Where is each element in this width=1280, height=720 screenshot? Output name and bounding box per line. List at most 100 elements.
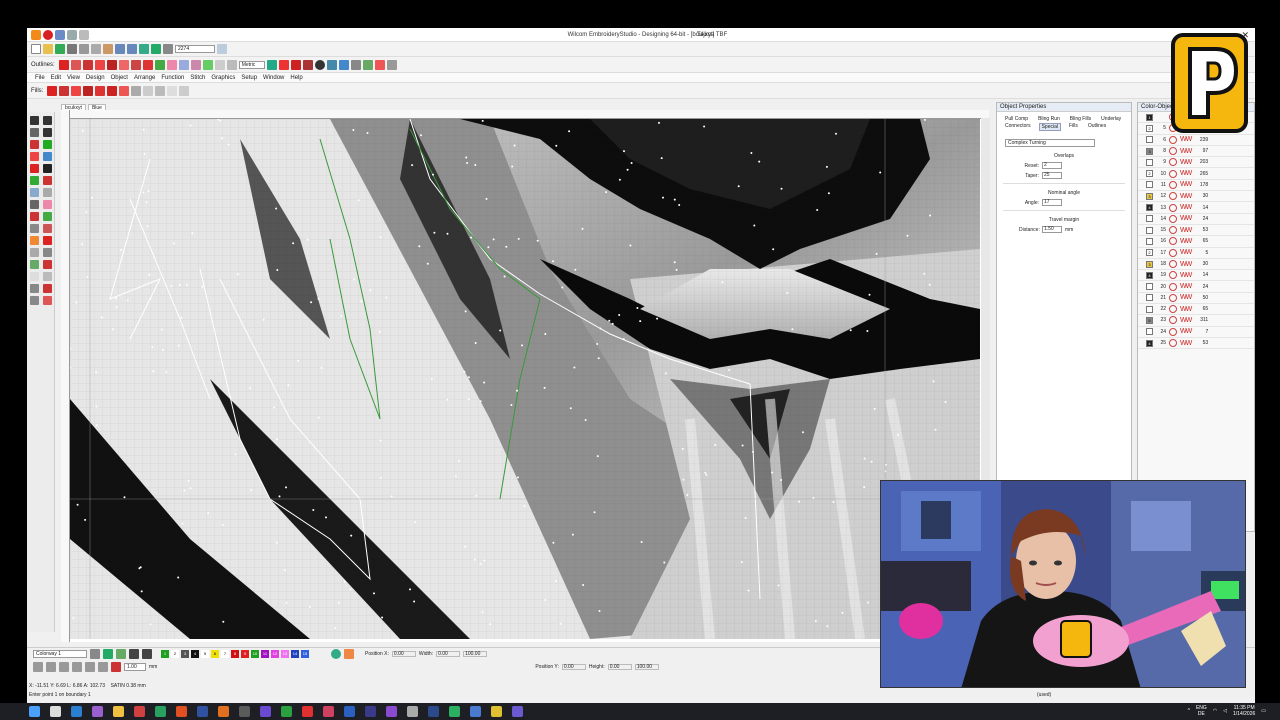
taskbar-app-10-icon[interactable] (260, 706, 271, 717)
fill-icon-11[interactable] (167, 85, 178, 96)
fill-icon-3[interactable] (71, 85, 82, 96)
toolbox-tool-6-icon[interactable] (43, 140, 52, 149)
home-icon[interactable] (31, 29, 41, 40)
toolbox-tool-8-icon[interactable] (43, 152, 52, 161)
thread-swatch[interactable] (1146, 226, 1153, 234)
cut-icon[interactable] (79, 44, 89, 54)
toolbox-tool-20-icon[interactable] (43, 224, 52, 233)
color-object-row[interactable]: 21 WW 50 (1138, 293, 1254, 305)
thread-color-15[interactable]: 15 (301, 649, 309, 658)
menu-item-file[interactable]: File (35, 75, 45, 81)
edit-colors-icon[interactable] (318, 649, 328, 659)
thread-swatch[interactable]: 2 (1146, 170, 1153, 178)
thread-swatch[interactable] (1146, 294, 1153, 302)
color-object-row[interactable]: 5 23 WW 311 (1138, 315, 1254, 327)
tray-arrow-icon[interactable]: ^ (1188, 708, 1190, 714)
view-icon-7[interactable] (111, 662, 121, 672)
menu-item-setup[interactable]: Setup (241, 75, 257, 81)
toolbox-tool-15-icon[interactable] (30, 200, 39, 209)
thread-color-13[interactable]: 13 (281, 649, 289, 658)
thread-swatch[interactable] (1146, 305, 1153, 313)
thread-swatch[interactable]: 3 (1146, 192, 1153, 200)
copy-icon[interactable] (79, 29, 89, 40)
taskbar-app-2-icon[interactable] (92, 706, 103, 717)
width-percent-field[interactable]: 100.00 (463, 650, 488, 657)
toolbox-tool-5-icon[interactable] (30, 140, 39, 149)
toolbox-tool-28-icon[interactable] (43, 272, 52, 281)
thread-color-11[interactable]: 11 (261, 649, 269, 658)
tab-pull-comp[interactable]: Pull Comp (1003, 116, 1030, 122)
taskbar-app-4-icon[interactable] (134, 706, 145, 717)
menu-item-edit[interactable]: Edit (51, 75, 61, 81)
fill-contour-icon[interactable] (190, 59, 201, 70)
color-object-row[interactable]: 3 12 WW 30 (1138, 191, 1254, 203)
copy-icon[interactable] (91, 44, 101, 54)
new-file-icon[interactable] (31, 44, 41, 54)
thread-color-1[interactable]: 1 (161, 649, 169, 658)
taskbar-app-22-icon[interactable] (512, 706, 523, 717)
settings-icon[interactable] (386, 59, 397, 70)
fill-motif-icon[interactable] (202, 59, 213, 70)
toolbox-tool-9-icon[interactable] (30, 164, 39, 173)
color-object-row[interactable]: 24 WW 7 (1138, 327, 1254, 338)
fill-icon-2[interactable] (59, 85, 70, 96)
menu-item-function[interactable]: Function (161, 75, 184, 81)
fill-icon-12[interactable] (179, 85, 190, 96)
color-object-row[interactable]: 16 WW 65 (1138, 236, 1254, 248)
stitch-player-icon[interactable] (151, 44, 161, 54)
wifi-icon[interactable]: ◠ (1213, 708, 1217, 714)
thread-swatch[interactable]: 3 (1146, 147, 1153, 155)
design-canvas[interactable] (61, 110, 989, 642)
thread-color-3[interactable]: 3 (181, 649, 189, 658)
taskbar-app-3-icon[interactable] (113, 706, 124, 717)
angle-field[interactable]: 17 (1042, 199, 1062, 206)
toolbox-tool-29-icon[interactable] (30, 284, 39, 293)
info-icon[interactable] (314, 59, 325, 70)
colorway-select[interactable]: Colorway 1 (33, 649, 87, 658)
thread-color-7[interactable]: 7 (221, 649, 229, 658)
color-object-row[interactable]: 20 WW 24 (1138, 281, 1254, 293)
thread-swatch[interactable]: 2 (1146, 249, 1153, 257)
toolbox-tool-25-icon[interactable] (30, 260, 39, 269)
thread-swatch[interactable]: 5 (1146, 316, 1153, 324)
fill-icon-4[interactable] (83, 85, 94, 96)
zoom-field[interactable]: 2274 (175, 45, 215, 53)
trim-icon[interactable] (278, 59, 289, 70)
view-icon-4[interactable] (72, 662, 82, 672)
taskbar-app-15-icon[interactable] (365, 706, 376, 717)
taskbar-app-16-icon[interactable] (386, 706, 397, 717)
thread-swatch[interactable] (1146, 328, 1153, 336)
color-object-row[interactable]: 4 13 WW 14 (1138, 202, 1254, 214)
thread-color-4[interactable]: 4 (191, 649, 199, 658)
function-icon[interactable] (302, 59, 313, 70)
width-field[interactable]: 0.00 (436, 650, 461, 657)
thread-swatch[interactable]: 4 (1146, 204, 1153, 212)
minus-icon[interactable] (142, 648, 152, 659)
fill-icon-7[interactable] (119, 85, 130, 96)
toolbox-tool-10-icon[interactable] (43, 164, 52, 173)
thread-color-12[interactable]: 12 (271, 649, 279, 658)
view-icon-6[interactable] (98, 662, 108, 672)
menu-item-graphics[interactable]: Graphics (211, 75, 235, 81)
fill-icon-9[interactable] (143, 85, 154, 96)
taskbar-app-17-icon[interactable] (407, 706, 418, 717)
color-palette-icon[interactable] (90, 648, 100, 659)
thread-color-9[interactable]: 9 (241, 649, 249, 658)
fill-icon-6[interactable] (107, 85, 118, 96)
taskbar-app-13-icon[interactable] (323, 706, 334, 717)
toolbox-tool-13-icon[interactable] (30, 188, 39, 197)
fill-icon-5[interactable] (95, 85, 106, 96)
height-percent-field[interactable]: 100.00 (634, 664, 659, 670)
color-object-row[interactable]: 2 10 WW 265 (1138, 168, 1254, 180)
toolbox-tool-31-icon[interactable] (30, 296, 39, 305)
undo-icon[interactable] (115, 44, 125, 54)
taskbar-app-18-icon[interactable] (428, 706, 439, 717)
taskbar-app-14-icon[interactable] (344, 706, 355, 717)
toolbox-tool-21-icon[interactable] (30, 236, 39, 245)
brush-icon[interactable] (362, 59, 373, 70)
paste-icon[interactable] (103, 44, 113, 54)
tab-fills[interactable]: Fills (1067, 123, 1080, 131)
redo-icon[interactable] (127, 44, 137, 54)
toolbox-tool-32-icon[interactable] (43, 296, 52, 305)
color-object-row[interactable]: 14 WW 24 (1138, 214, 1254, 225)
